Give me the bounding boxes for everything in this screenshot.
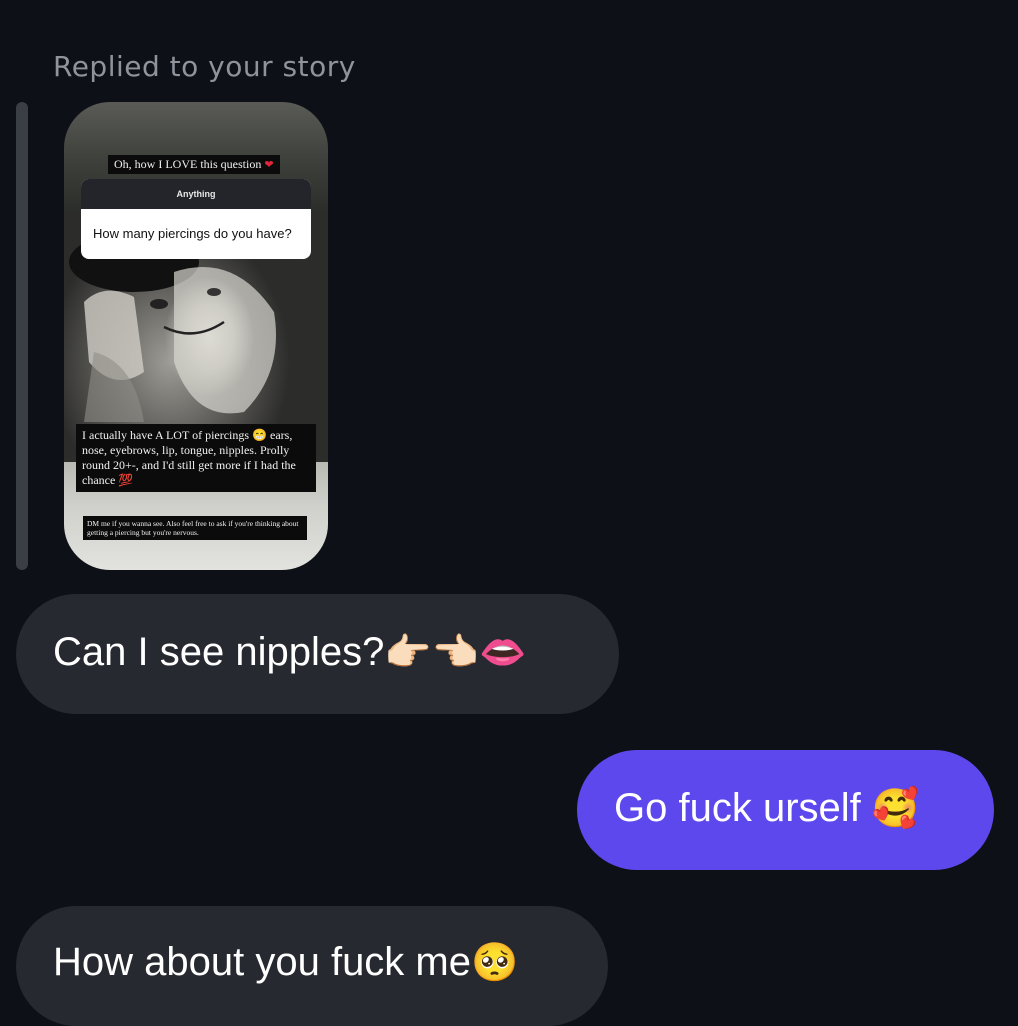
message-bubble-outgoing[interactable]: Go fuck urself 🥰 [577,750,994,870]
smiling-hearts-emoji: 🥰 [871,786,920,830]
message-text: Can I see nipples? [53,630,385,674]
story-caption-top-text: Oh, how I LOVE this question [114,157,262,171]
heart-icon: ❤ [264,159,274,171]
question-text: How many piercings do you have? [93,226,292,241]
message-bubble-incoming[interactable]: Can I see nipples?👉🏻👈🏻👄 [16,594,619,714]
story-preview[interactable]: Oh, how I LOVE this question ❤ Anything … [64,102,328,570]
reply-header: Replied to your story [53,50,356,83]
story-question-sticker: Anything How many piercings do you have? [81,179,311,259]
message-bubble-incoming[interactable]: How about you fuck me🥺 [16,906,608,1026]
story-caption-top: Oh, how I LOVE this question ❤ [108,155,280,174]
message-text: How about you fuck me [53,940,471,984]
reply-indicator-bar [16,102,28,570]
message-text: Go fuck urself [614,786,861,830]
pleading-face-emoji: 🥺 [471,940,519,984]
pointing-fingers-lips-emoji: 👉🏻👈🏻👄 [384,630,527,674]
story-caption-mid: I actually have A LOT of piercings 😁 ear… [76,424,316,492]
story-caption-bottom: DM me if you wanna see. Also feel free t… [83,516,307,540]
question-title: Anything [81,179,311,209]
